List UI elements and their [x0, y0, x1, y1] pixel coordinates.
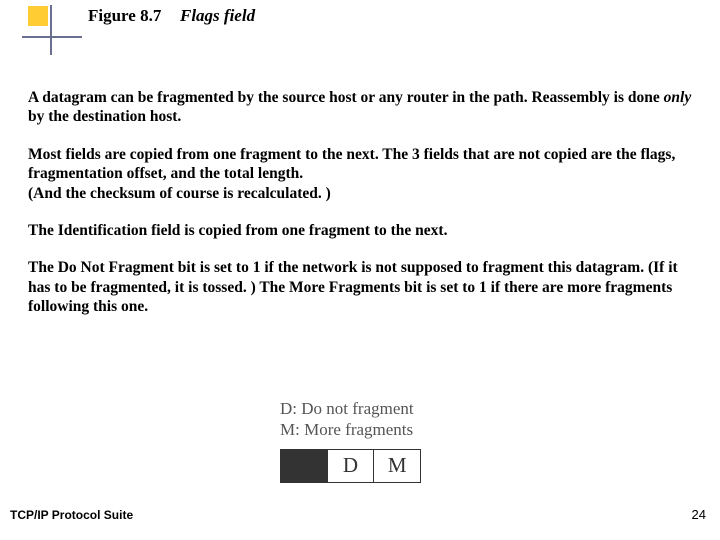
p1-part-b: by the destination host.	[28, 108, 181, 125]
paragraph-identification: The Identification field is copied from …	[28, 221, 692, 240]
slide-header: Figure 8.7 Flags field	[0, 0, 720, 60]
paragraph-fragmentation: A datagram can be fragmented by the sour…	[28, 88, 692, 127]
p1-only-word: only	[664, 89, 692, 106]
figure-title: Flags field	[180, 6, 255, 26]
flags-d-bit: D	[328, 450, 375, 482]
footer-title: TCP/IP Protocol Suite	[10, 508, 133, 522]
flags-reserved-bit	[281, 450, 328, 482]
flags-figure: D: Do not fragment M: More fragments D M	[280, 398, 470, 483]
paragraph-do-not-fragment: The Do Not Fragment bit is set to 1 if t…	[28, 258, 692, 316]
flags-legend-m: M: More fragments	[280, 419, 470, 440]
header-horizontal-rule	[22, 36, 82, 38]
slide-body: A datagram can be fragmented by the sour…	[0, 88, 720, 316]
figure-number: Figure 8.7	[88, 6, 161, 26]
header-accent-block	[28, 6, 48, 26]
p1-part-a: A datagram can be fragmented by the sour…	[28, 89, 664, 106]
flags-legend-d: D: Do not fragment	[280, 398, 470, 419]
page-number: 24	[692, 507, 706, 522]
paragraph-copied-fields: Most fields are copied from one fragment…	[28, 145, 692, 203]
flags-m-bit: M	[374, 450, 420, 482]
flags-bit-boxes: D M	[280, 449, 421, 483]
header-vertical-rule	[50, 5, 52, 55]
